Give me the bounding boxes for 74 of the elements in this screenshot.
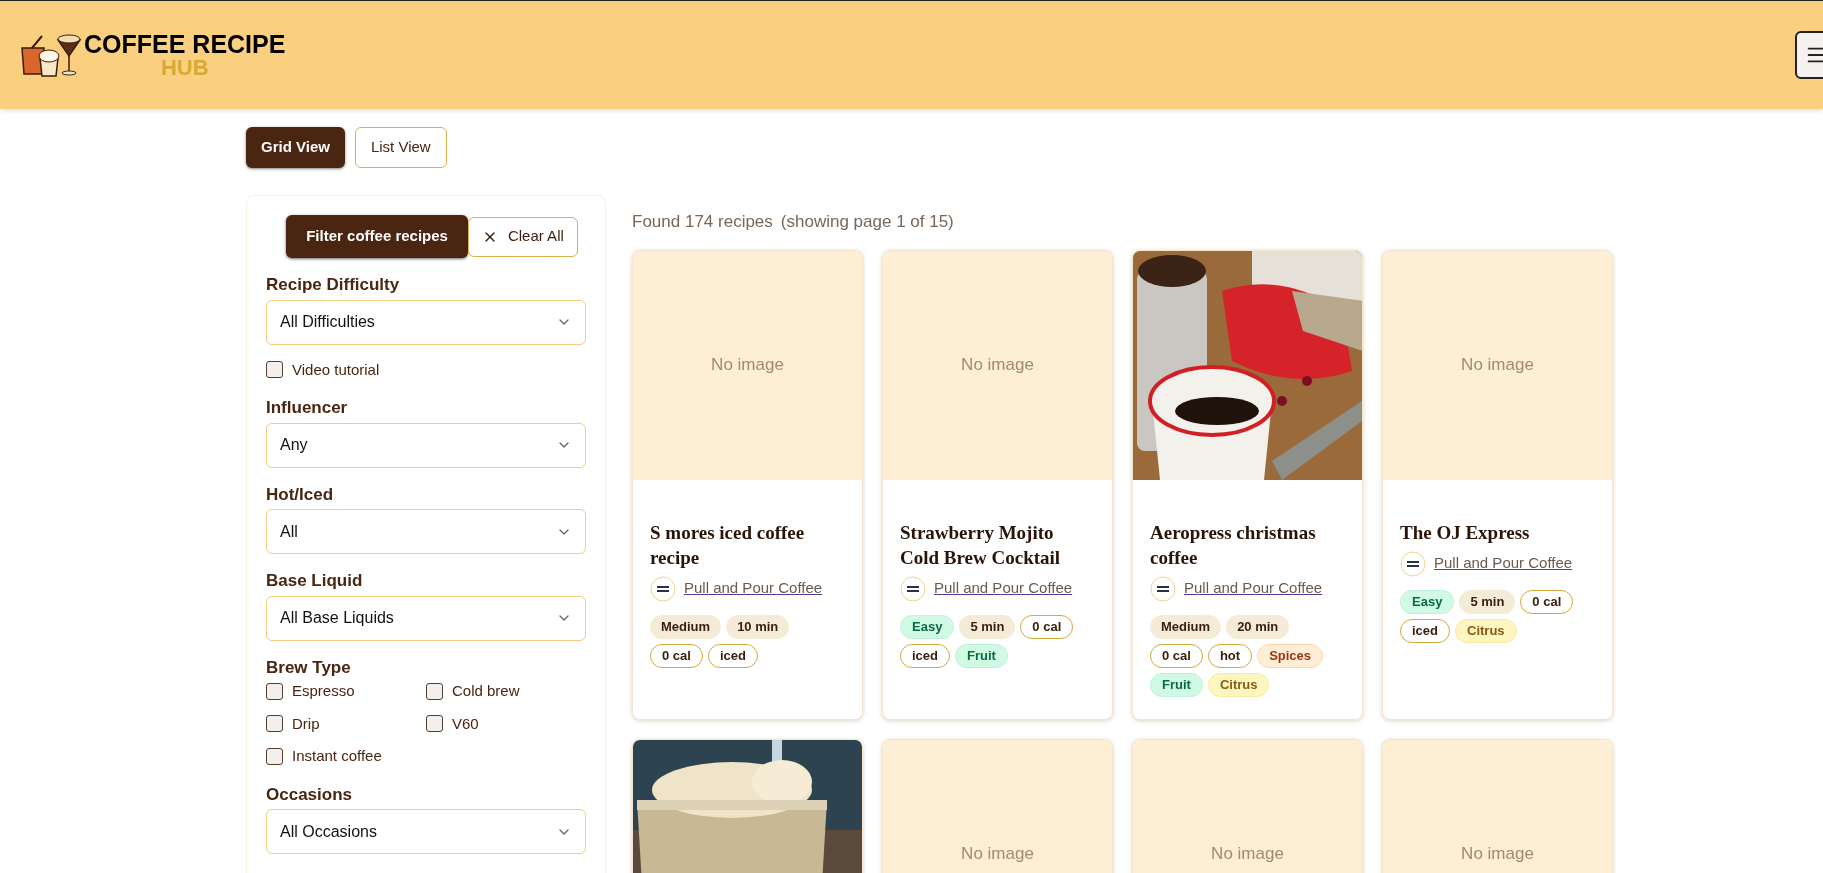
tag: Easy — [1400, 589, 1455, 614]
checkbox[interactable] — [266, 682, 283, 700]
tag: Medium — [650, 614, 722, 639]
author-link[interactable]: Pull and Pour Coffee — [1184, 577, 1323, 600]
checkbox-label: V60 — [452, 713, 479, 734]
checkbox[interactable] — [426, 715, 443, 733]
tag: Spices — [1257, 643, 1324, 668]
no-image-text: No image — [1461, 354, 1534, 377]
filter-label: Recipe Difficulty — [266, 274, 401, 296]
author-link[interactable]: Pull and Pour Coffee — [1434, 552, 1573, 575]
tag: Citrus — [1207, 672, 1270, 697]
recipe-card[interactable]: No image Strawberry Mojito Cold Brew Cocktail Pull and Pour Coffee Easy 5 min 0 cal iced Fruit — [882, 249, 1113, 720]
tag: 5 min — [1459, 589, 1516, 614]
tag: 0 cal — [1150, 643, 1203, 668]
recipe-card[interactable]: No image The OJ Express Pull and Pour Coffee Easy 5 min 0 cal iced Citrus — [1382, 249, 1613, 720]
recipe-card[interactable]: Aeropress christmas coffee Pull and Pour Coffee Medium 20 min 0 cal hot Spices Fruit Citrus — [1132, 249, 1363, 720]
checkbox-label: Drip — [292, 713, 320, 734]
recipe-title: S mores iced coffee recipe — [650, 520, 806, 570]
view-tab[interactable]: Grid View — [246, 127, 345, 168]
no-image-text: No image — [1211, 843, 1284, 866]
tag: 20 min — [1226, 614, 1290, 639]
tag: 0 cal — [1020, 614, 1074, 639]
view-tab[interactable]: List View — [354, 127, 447, 168]
checkbox-label: Cold brew — [452, 681, 520, 701]
recipe-card[interactable]: No image S mores iced coffee recipe Pull and Pour Coffee Medium 10 min 0 cal iced — [632, 249, 863, 720]
tag: iced — [1400, 618, 1450, 643]
filter-label: Occasions — [266, 783, 353, 806]
checkbox[interactable] — [266, 747, 283, 765]
results-count: Found 174 recipes — [632, 211, 773, 233]
clear-all-button[interactable]: Clear All — [467, 216, 578, 257]
tag: 5 min — [959, 614, 1016, 639]
no-image-text: No image — [711, 354, 784, 377]
filter-label: Hot/Iced — [266, 483, 335, 506]
checkbox-label: Video tutorial — [292, 359, 380, 380]
tag: Easy — [900, 614, 955, 639]
tag: iced — [900, 643, 950, 668]
tag: 0 cal — [650, 643, 703, 668]
author-avatar-icon — [900, 575, 926, 602]
site-subtitle: HUB — [160, 56, 209, 79]
author-link[interactable]: Pull and Pour Coffee — [684, 577, 823, 600]
dropdown[interactable]: All Occasions — [266, 809, 586, 854]
tag: Fruit — [955, 643, 1008, 668]
author-avatar-icon — [650, 575, 676, 602]
no-image-text: No image — [961, 843, 1034, 866]
tag: Citrus — [1455, 618, 1517, 643]
author-link[interactable]: Pull and Pour Coffee — [934, 577, 1073, 600]
no-image-text: No image — [1461, 843, 1534, 866]
dropdown[interactable]: All Difficulties — [266, 299, 586, 345]
checkbox[interactable] — [426, 682, 443, 700]
tag: Fruit — [1150, 672, 1203, 697]
author-avatar-icon — [1400, 550, 1426, 577]
tag: 10 min — [726, 614, 790, 639]
no-image-text: No image — [961, 354, 1034, 377]
dropdown[interactable]: All — [266, 509, 586, 554]
filter-button[interactable]: Filter coffee recipes — [286, 215, 468, 258]
dropdown[interactable]: All Base Liquids — [266, 595, 586, 641]
tag: 0 cal — [1520, 589, 1574, 614]
checkbox-label: Instant coffee — [292, 746, 382, 766]
page-info: (showing page 1 of 15) — [780, 211, 954, 233]
checkbox[interactable] — [266, 715, 283, 733]
filter-label: Base Liquid — [266, 570, 364, 592]
tag: iced — [707, 643, 758, 668]
tag: Medium — [1150, 614, 1222, 639]
author-avatar-icon — [1150, 575, 1176, 602]
recipe-title: The OJ Express — [1400, 520, 1531, 545]
checkbox-label: Espresso — [292, 681, 355, 701]
site-title: COFFEE RECIPE — [84, 31, 286, 57]
recipe-title: Strawberry Mojito Cold Brew Cocktail — [900, 520, 1062, 570]
filter-label: Brew Type — [266, 656, 352, 679]
tag: hot — [1207, 643, 1253, 668]
checkbox[interactable] — [266, 361, 283, 379]
dropdown[interactable]: Any — [266, 422, 586, 468]
filter-label: Influencer — [266, 397, 349, 419]
recipe-title: Aeropress christmas coffee — [1150, 520, 1317, 570]
